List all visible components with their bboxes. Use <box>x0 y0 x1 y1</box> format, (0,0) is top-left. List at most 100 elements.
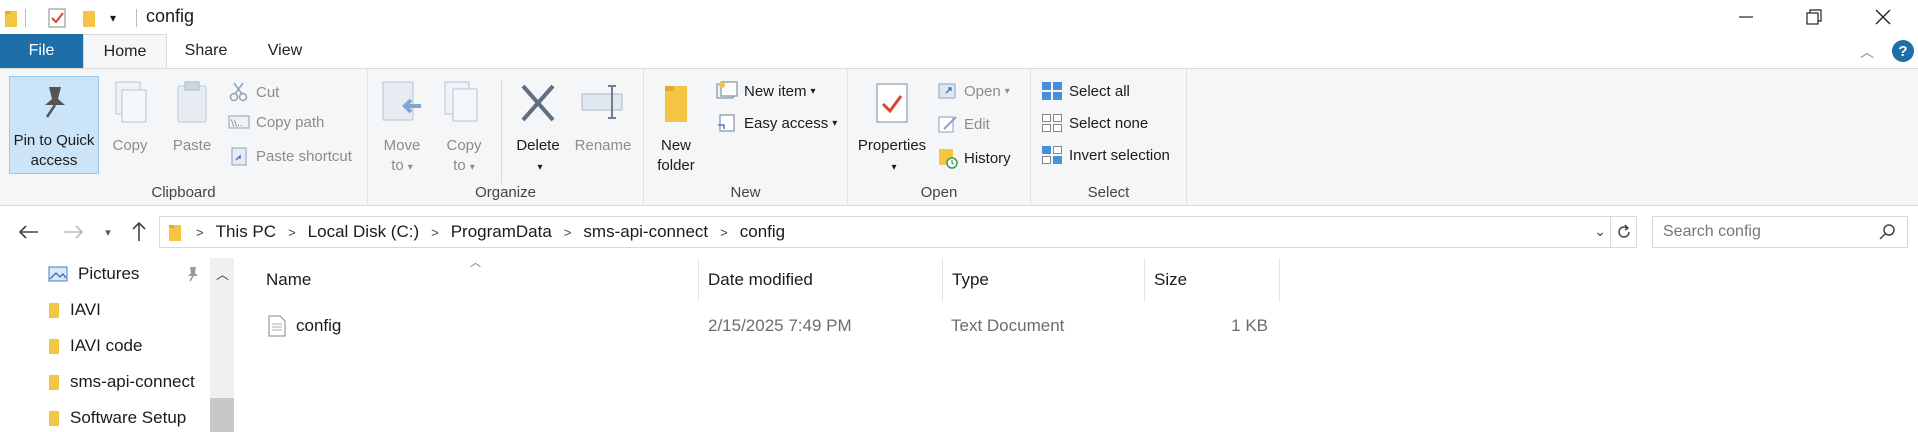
select-none-icon <box>1041 113 1063 133</box>
search-placeholder: Search config <box>1663 223 1761 240</box>
folder-icon <box>48 301 60 319</box>
pin-to-quick-access-button[interactable]: Pin to Quick access <box>9 76 99 174</box>
restore-icon[interactable] <box>1783 0 1845 34</box>
folder-icon <box>48 337 60 355</box>
nav-item-software-setup[interactable]: Software Setup <box>48 403 186 432</box>
breadcrumb-programdata[interactable]: ProgramData <box>451 222 552 242</box>
navigation-bar: ▾ > This PC > Local Disk (C:) > ProgramD… <box>0 214 1918 250</box>
column-header-type[interactable]: Type <box>944 258 1145 302</box>
tab-view[interactable]: View <box>244 34 326 68</box>
nav-item-iavi[interactable]: IAVI <box>48 295 101 325</box>
nav-item-pictures[interactable]: Pictures <box>48 259 139 289</box>
breadcrumb-chevron-icon[interactable]: > <box>564 225 572 240</box>
search-input[interactable]: Search config <box>1652 216 1908 248</box>
copy-path-icon: \\.. <box>228 113 250 131</box>
paste-shortcut-icon <box>228 145 250 167</box>
close-icon[interactable] <box>1852 0 1914 34</box>
chevron-down-icon: ▾ <box>832 117 838 129</box>
nav-item-label: IAVI <box>70 300 101 319</box>
rename-button[interactable]: Rename <box>570 80 636 156</box>
column-header-size[interactable]: Size <box>1146 258 1280 302</box>
edit-pencil-icon <box>938 114 958 134</box>
paste-button[interactable]: Paste <box>166 80 218 156</box>
invert-selection-icon <box>1041 145 1063 165</box>
invert-selection-label: Invert selection <box>1069 146 1170 164</box>
delete-x-icon <box>508 80 568 132</box>
copy-path-button[interactable]: \\.. Copy path <box>228 113 324 131</box>
minimize-ribbon-icon[interactable]: ︿ <box>1860 42 1874 62</box>
address-bar[interactable]: > This PC > Local Disk (C:) > ProgramDat… <box>159 216 1637 248</box>
back-arrow-icon[interactable] <box>14 214 44 250</box>
group-open: Properties ▾ Open ▾ Edit History Open <box>848 69 1031 205</box>
group-select: Select all Select none Invert selection … <box>1031 69 1187 205</box>
pin-label-line1: Pin to Quick <box>13 132 95 149</box>
breadcrumb-this-pc[interactable]: This PC <box>216 222 276 242</box>
ribbon-tabs: File Home Share View ︿ ? <box>0 34 1918 69</box>
column-header-date-modified[interactable]: Date modified <box>700 258 943 302</box>
paste-shortcut-button[interactable]: Paste shortcut <box>228 145 352 167</box>
customize-qat-icon[interactable]: ▾ <box>110 6 116 30</box>
rename-icon <box>570 80 636 132</box>
window-title: config <box>146 6 195 26</box>
minimize-icon[interactable] <box>1715 0 1777 34</box>
recent-locations-chevron-icon[interactable]: ▾ <box>98 214 118 250</box>
breadcrumb-local-disk[interactable]: Local Disk (C:) <box>308 222 419 242</box>
breadcrumb-chevron-icon[interactable]: > <box>288 225 296 240</box>
folder-icon <box>4 6 18 30</box>
file-name-cell[interactable]: config <box>268 311 341 341</box>
invert-selection-button[interactable]: Invert selection <box>1041 145 1170 165</box>
new-folder-label-line1: New <box>660 137 691 154</box>
breadcrumb-config[interactable]: config <box>740 222 785 242</box>
help-icon[interactable]: ? <box>1892 40 1914 62</box>
nav-item-label: sms-api-connect <box>70 372 195 391</box>
edit-button[interactable]: Edit <box>938 114 990 134</box>
breadcrumb-chevron-icon[interactable]: > <box>720 225 728 240</box>
breadcrumb-chevron-icon[interactable]: > <box>431 225 439 240</box>
title-bar: ▾ config <box>0 0 1918 34</box>
open-button[interactable]: Open ▾ <box>938 81 1010 101</box>
navigation-pane: Pictures IAVI IAVI code sms-api-connect … <box>0 258 234 432</box>
separator <box>25 6 26 30</box>
delete-button[interactable]: Delete ▾ <box>508 80 568 178</box>
breadcrumb-chevron-icon[interactable]: > <box>196 225 204 240</box>
copy-to-label-line2: to <box>453 157 466 174</box>
group-clipboard: Pin to Quick access Copy Paste Cut \\.. … <box>0 69 368 205</box>
history-button[interactable]: History <box>938 147 1011 169</box>
nav-pane-scrollbar[interactable]: ︿ <box>210 258 234 432</box>
paste-icon <box>166 80 218 132</box>
scrollbar-thumb[interactable] <box>210 398 234 432</box>
copy-button[interactable]: Copy <box>104 80 156 156</box>
forward-arrow-icon[interactable] <box>58 214 88 250</box>
new-folder-qat-icon[interactable] <box>82 6 96 30</box>
up-arrow-icon[interactable] <box>124 214 154 250</box>
move-to-label-line2: to <box>391 157 404 174</box>
new-item-button[interactable]: New item ▾ <box>716 81 816 101</box>
cut-button[interactable]: Cut <box>228 81 279 103</box>
easy-access-button[interactable]: Easy access ▾ <box>716 113 837 133</box>
properties-qat-icon[interactable] <box>47 6 67 30</box>
select-none-button[interactable]: Select none <box>1041 113 1148 133</box>
copy-to-label-line1: Copy <box>446 137 482 154</box>
tab-home[interactable]: Home <box>83 34 167 69</box>
copy-path-label: Copy path <box>256 113 325 131</box>
properties-button[interactable]: Properties ▾ <box>854 80 930 178</box>
group-new: New folder New item ▾ Easy access ▾ New <box>644 69 848 205</box>
properties-icon <box>854 80 930 132</box>
scroll-up-icon[interactable]: ︿ <box>216 264 229 283</box>
refresh-icon[interactable] <box>1610 217 1636 247</box>
select-all-button[interactable]: Select all <box>1041 81 1130 101</box>
nav-item-iavi-code[interactable]: IAVI code <box>48 331 142 361</box>
move-to-button[interactable]: Move to ▾ <box>376 80 428 178</box>
copy-to-button[interactable]: Copy to ▾ <box>438 80 490 178</box>
folder-icon <box>48 373 60 391</box>
copy-to-icon <box>438 80 490 132</box>
tab-share[interactable]: Share <box>168 34 244 68</box>
address-dropdown-chevron-icon[interactable]: ⌄ <box>1594 223 1606 240</box>
breadcrumb-sms-api-connect[interactable]: sms-api-connect <box>583 222 708 242</box>
nav-item-sms-api-connect[interactable]: sms-api-connect <box>48 367 195 397</box>
search-icon[interactable] <box>1879 223 1897 241</box>
new-folder-button[interactable]: New folder <box>652 80 700 176</box>
tab-file[interactable]: File <box>0 34 83 68</box>
column-header-name[interactable]: Name <box>258 258 699 302</box>
group-divider <box>501 79 502 183</box>
